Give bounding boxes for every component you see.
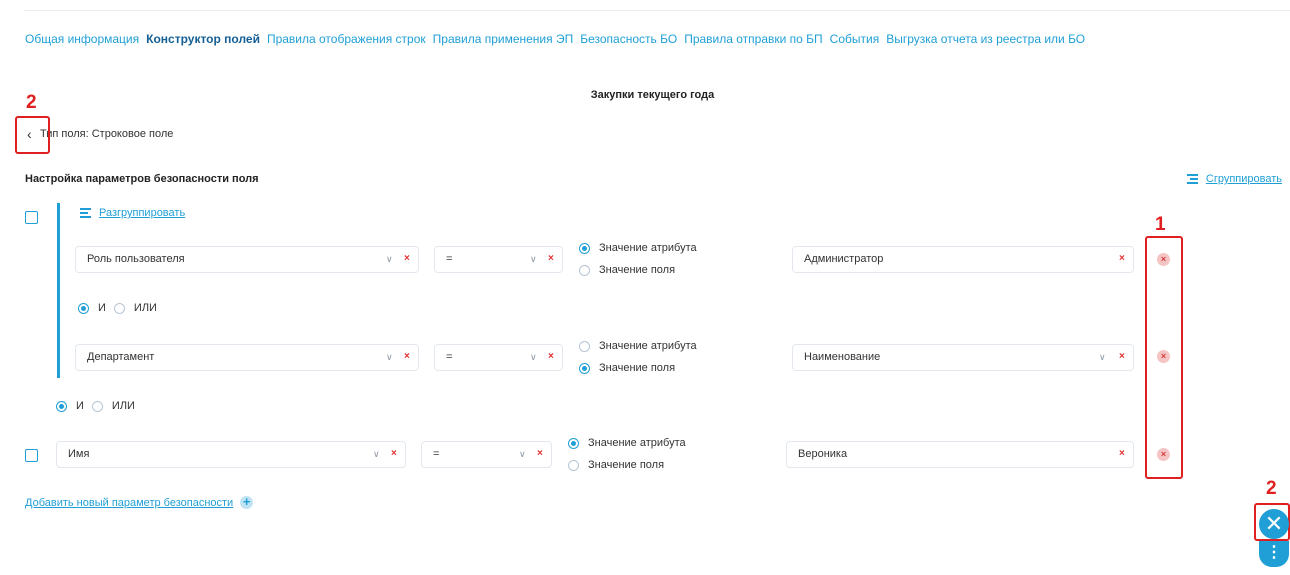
logic-and-radio[interactable]: [56, 400, 67, 412]
annotation-marker-2: 2: [26, 92, 37, 113]
annotation-box-back: [15, 116, 50, 154]
annotation-box-delete: [1145, 236, 1183, 479]
radio-label: Значение поля: [599, 362, 676, 374]
annotation-marker-2-fab: 2: [1266, 478, 1277, 499]
radio-button[interactable]: [579, 242, 590, 254]
value-input[interactable]: Вероника ×: [786, 441, 1134, 468]
clear-icon[interactable]: ×: [404, 351, 410, 362]
operator-select[interactable]: = ∨ ×: [421, 441, 552, 468]
clear-icon[interactable]: ×: [1119, 351, 1125, 362]
tab-bp-send-rules[interactable]: Правила отправки по БП: [684, 32, 822, 46]
radio-button[interactable]: [579, 264, 590, 276]
ungroup-icon: [80, 208, 91, 218]
group-checkbox[interactable]: [25, 211, 38, 224]
value-input[interactable]: Администратор ×: [792, 246, 1134, 273]
value-text: Вероника: [798, 448, 848, 460]
group-button[interactable]: Сгруппировать: [1186, 173, 1282, 185]
radio-button[interactable]: [568, 459, 579, 471]
operator-select[interactable]: = ∨ ×: [434, 246, 563, 273]
radio-label: Значение атрибута: [588, 437, 686, 449]
chevron-down-icon: ∨: [1099, 352, 1106, 362]
tab-signature-rules[interactable]: Правила применения ЭП: [433, 32, 574, 46]
chevron-down-icon: ∨: [373, 449, 380, 459]
logic-or-label: ИЛИ: [133, 302, 157, 314]
logic-and-label: И: [76, 400, 84, 412]
page-title: Закупки текущего года: [590, 89, 715, 101]
ungroup-button[interactable]: Разгруппировать: [80, 207, 185, 219]
radio-label: Значение атрибута: [599, 340, 697, 352]
value-type-attribute-option[interactable]: Значение атрибута: [579, 242, 697, 254]
clear-icon[interactable]: ×: [537, 448, 543, 459]
field-type-label: Тип поля: Строковое поле: [40, 128, 174, 140]
operator-value: =: [433, 448, 440, 460]
value-select[interactable]: Наименование ∨ ×: [792, 344, 1134, 371]
group-logic-toggle: И ИЛИ: [78, 302, 157, 314]
annotation-marker-1: 1: [1155, 214, 1166, 235]
logic-or-radio[interactable]: [113, 302, 125, 314]
radio-button[interactable]: [579, 362, 590, 374]
clear-icon[interactable]: ×: [1119, 253, 1125, 264]
value-type-field-option[interactable]: Значение поля: [579, 264, 675, 276]
logic-or-radio[interactable]: [91, 400, 103, 412]
tab-field-constructor[interactable]: Конструктор полей: [146, 32, 260, 46]
value-type-attribute-option[interactable]: Значение атрибута: [568, 437, 686, 449]
close-icon[interactable]: ✕: [1259, 509, 1289, 539]
operator-select[interactable]: = ∨ ×: [434, 344, 563, 371]
group-icon: [1186, 174, 1198, 184]
tab-bar: Общая информация Конструктор полей Прави…: [25, 32, 1092, 46]
radio-label: Значение поля: [588, 459, 665, 471]
value-type-attribute-option[interactable]: Значение атрибута: [579, 340, 697, 352]
top-divider: [24, 10, 1290, 11]
group-bracket: [57, 203, 60, 378]
radio-button[interactable]: [579, 340, 590, 352]
add-param-label: Добавить новый параметр безопасности: [25, 496, 234, 509]
chevron-down-icon: ∨: [386, 352, 393, 362]
chevron-down-icon: ∨: [519, 449, 526, 459]
radio-button[interactable]: [568, 437, 579, 449]
field-select-role[interactable]: Роль пользователя ∨ ×: [75, 246, 419, 273]
field-select-value: Роль пользователя: [87, 253, 185, 265]
field-select-value: Имя: [68, 448, 90, 460]
clear-icon[interactable]: ×: [548, 351, 554, 362]
field-select-department[interactable]: Департамент ∨ ×: [75, 344, 419, 371]
plus-icon: +: [240, 495, 254, 509]
outer-logic-toggle: И ИЛИ: [56, 400, 135, 412]
value-type-field-option[interactable]: Значение поля: [579, 362, 675, 374]
tab-general-info[interactable]: Общая информация: [25, 32, 139, 46]
clear-icon[interactable]: ×: [548, 253, 554, 264]
field-select-name[interactable]: Имя ∨ ×: [56, 441, 406, 468]
chevron-down-icon: ∨: [386, 254, 393, 264]
tab-report-export[interactable]: Выгрузка отчета из реестра или БО: [886, 32, 1085, 46]
radio-label: Значение поля: [599, 264, 676, 276]
radio-label: Значение атрибута: [599, 242, 697, 254]
more-options-icon[interactable]: ⋮: [1259, 541, 1289, 567]
group-link-label: Сгруппировать: [1205, 173, 1282, 185]
logic-or-label: ИЛИ: [111, 400, 135, 412]
logic-and-radio[interactable]: [78, 302, 89, 314]
tab-bo-security[interactable]: Безопасность БО: [580, 32, 677, 46]
tab-row-display-rules[interactable]: Правила отображения строк: [267, 32, 426, 46]
value-text: Администратор: [804, 253, 884, 265]
tab-events[interactable]: События: [830, 32, 880, 46]
operator-value: =: [446, 351, 453, 363]
operator-value: =: [446, 253, 453, 265]
ungroup-link-label: Разгруппировать: [99, 207, 186, 219]
chevron-down-icon: ∨: [530, 254, 537, 264]
section-title: Настройка параметров безопасности поля: [25, 173, 259, 185]
chevron-down-icon: ∨: [530, 352, 537, 362]
value-type-field-option[interactable]: Значение поля: [568, 459, 664, 471]
clear-icon[interactable]: ×: [391, 448, 397, 459]
clear-icon[interactable]: ×: [1119, 448, 1125, 459]
field-select-value: Департамент: [87, 351, 155, 363]
row-checkbox[interactable]: [25, 449, 38, 462]
clear-icon[interactable]: ×: [404, 253, 410, 264]
value-text: Наименование: [804, 351, 881, 363]
logic-and-label: И: [98, 302, 106, 314]
add-security-param-button[interactable]: Добавить новый параметр безопасности +: [25, 495, 254, 509]
